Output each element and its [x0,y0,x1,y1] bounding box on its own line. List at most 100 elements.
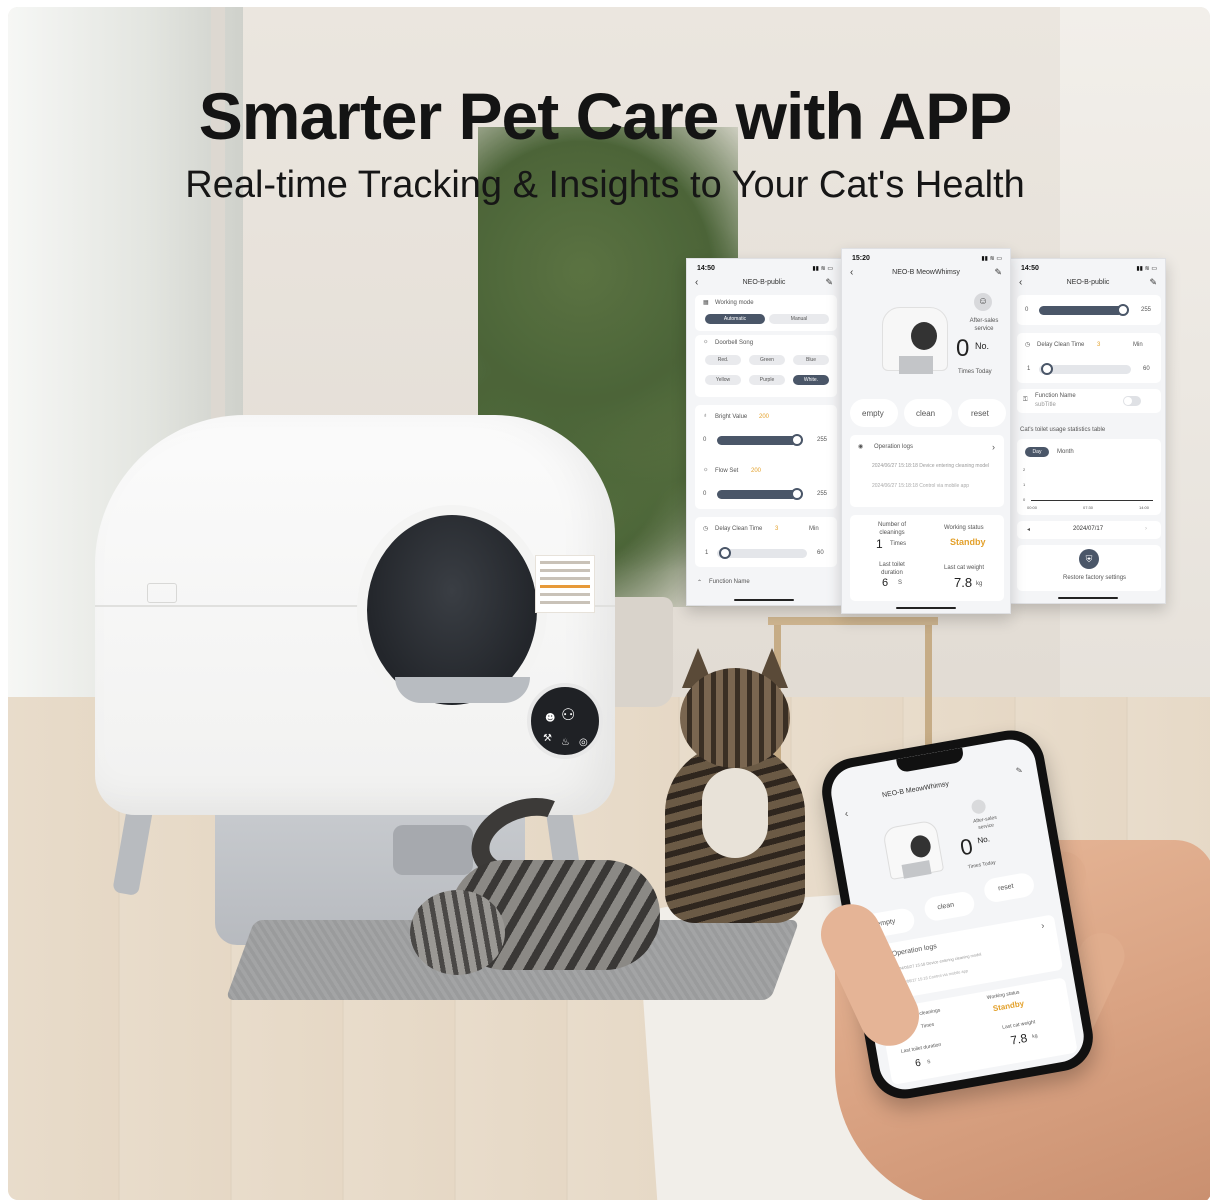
edit-icon[interactable]: ✎ [1149,277,1157,288]
operation-logs-card[interactable]: ◉ Operation logs › 2024/06/27 15:18:18 D… [850,435,1004,507]
delay-max: 60 [1143,366,1150,372]
device-title: NEO-B MeowWhimsy [892,269,960,276]
last-toilet-unit: S [898,580,903,586]
slider-min: 0 [1025,307,1029,313]
phone-device-image [881,819,945,881]
mode-automatic-button[interactable]: Automatic [705,314,765,324]
next-date-icon[interactable]: › [1145,526,1147,532]
tab-month[interactable]: Month [1057,449,1074,455]
delay-value: 3 [775,526,779,532]
logs-icon: ◉ [858,444,864,450]
phone-working-status: Standby [992,998,1025,1014]
delay-min: 1 [705,550,709,556]
delay-slider-knob[interactable] [1041,363,1053,375]
stats-title: Cat's toilet usage statistics table [1020,427,1106,433]
bright-slider[interactable] [717,436,797,445]
song-green[interactable]: Green [749,355,785,365]
flow-icon: ☼ [703,467,709,473]
empty-button[interactable]: empty [850,399,898,427]
delay-min: 1 [1027,366,1031,372]
log-entry-1: 2024/06/27 15:18:18 Device entering clea… [872,463,990,469]
flow-max: 255 [817,491,828,497]
function-name: Function Name [709,579,750,585]
song-blue[interactable]: Blue [793,355,829,365]
lying-cat [400,783,660,980]
after-sales-icon[interactable]: ☺ [974,293,992,311]
clean-button-label: clean [916,409,936,418]
phone-clean-button[interactable]: clean [922,890,977,923]
grid-icon: ▦ [703,300,709,306]
song-yellow[interactable]: Yellow [705,375,741,385]
delay-value: 3 [1097,342,1101,348]
hero-title: Smarter Pet Care with APP [198,79,1013,153]
app-screen-statistics: 14:50 ▮▮ ≋ ▭ ‹ NEO-B-public ✎ 0 255 ◷ De… [1010,258,1166,604]
last-toilet-value: 6 [882,577,889,589]
bright-slider-knob[interactable] [791,434,803,446]
value-slider-card: 0 255 [1017,295,1161,325]
working-status-label: Working status [944,525,984,531]
sitting-cat [660,648,810,923]
flow-value: 200 [751,468,762,474]
mode-manual-button[interactable]: Manual [769,314,829,324]
restore-icon: ⛨ [1079,549,1099,569]
status-time: 15:20 [852,255,870,262]
clock-icon: ◷ [703,526,709,532]
stats-card: Number of cleanings 1 Times Working stat… [850,515,1004,601]
bright-label: Bright Value [715,414,748,420]
song-purple[interactable]: Purple [749,375,785,385]
tab-day[interactable]: Day [1025,447,1049,457]
phone-log-2: 2024/06/27 15:18 Control via mobile app [896,968,969,986]
bright-max: 255 [817,437,828,443]
edit-icon[interactable]: ✎ [825,277,833,288]
signal-icon: ▮▮ ≋ ▭ [812,266,833,272]
phone-num-cleanings-unit: Times [920,1021,935,1031]
panel-icon-1: ☻ [545,713,556,724]
log-entry-2: 2024/06/27 15:18:18 Control via mobile a… [872,483,970,489]
clean-button[interactable]: clean [904,399,952,427]
phone-after-sales-icon[interactable] [970,798,987,815]
back-icon[interactable]: ‹ [844,809,849,820]
doorbell-card: ☼ Doorbell Song Red. Green Blue Yellow P… [695,335,837,397]
sun-icon: ☼ [703,339,709,345]
clock-icon: ◷ [1025,342,1031,348]
prev-date-icon[interactable]: ◂ [1027,526,1030,533]
bright-value: 200 [759,414,770,420]
function-toggle[interactable] [1123,396,1141,406]
y-tick-0: 0 [1023,497,1026,502]
phone-clean-label: clean [936,901,955,912]
y-tick-2: 2 [1023,467,1026,472]
chevron-right-icon: › [992,442,995,452]
song-red[interactable]: Red. [705,355,741,365]
hero-subtitle: Real-time Tracking & Insights to Your Ca… [185,164,1025,206]
app-screen-settings: 14:50 ▮▮ ≋ ▭ ‹ NEO-B-public ✎ Working mo… [686,258,842,606]
count-suffix: No. [975,341,990,351]
flow-slider[interactable] [717,490,797,499]
phone-count-suffix: No. [976,834,991,846]
x-tick-2: 07:30 [1083,505,1094,510]
delay-unit: Min [1133,342,1143,348]
phone-reset-button[interactable]: reset [982,871,1036,904]
restore-card[interactable]: ⛨ Restore factory settings [1017,545,1161,591]
flow-slider-knob[interactable] [791,488,803,500]
song-white[interactable]: White. [793,375,829,385]
bulb-icon: ♁ [703,413,708,419]
reset-button[interactable]: reset [958,399,1006,427]
panel-icon-3: ⚒ [543,733,552,744]
last-weight-value: 7.8 [954,575,973,590]
edit-icon[interactable]: ✎ [1015,766,1023,776]
delay-slider-knob[interactable] [719,547,731,559]
phone-count: 0 [958,833,975,861]
phone-last-weight-label: Last cat weight [1001,1019,1036,1031]
light-card: ♁ Bright Value 200 0 255 ☼ Flow Set 200 … [695,405,837,509]
app-screen-main: 15:20 ▮▮ ≋ ▭ ‹ NEO-B MeowWhimsy ✎ ☺ Afte… [841,248,1011,614]
collapse-icon[interactable]: ⌃ [697,579,702,586]
status-time: 14:50 [1021,265,1039,272]
function-name: Function Name [1035,393,1076,399]
stats-chart-card: Day Month 2 1 0 00:00 07:30 14:00 [1017,439,1161,515]
value-slider-knob[interactable] [1117,304,1129,316]
delay-label: Delay Clean Time [715,526,763,532]
function-subtitle: subTitle [1035,402,1056,408]
edit-icon[interactable]: ✎ [994,267,1002,278]
delay-unit: Min [809,526,819,532]
value-slider[interactable] [1039,306,1123,315]
